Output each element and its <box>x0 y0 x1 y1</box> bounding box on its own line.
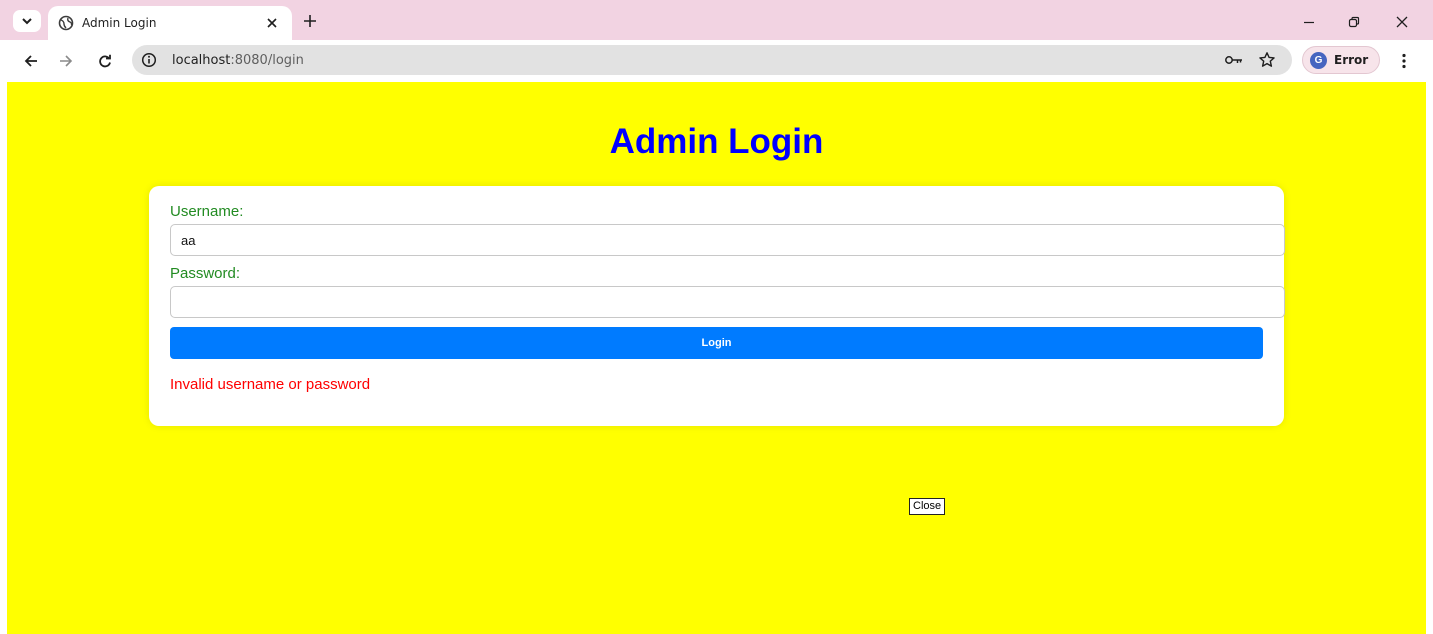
url-host: localhost <box>172 53 231 68</box>
plus-icon <box>304 15 316 27</box>
browser-menu-button[interactable] <box>1394 50 1414 72</box>
tab-strip: Admin Login <box>0 0 1433 40</box>
password-label: Password: <box>170 265 241 282</box>
new-tab-button[interactable] <box>300 11 320 31</box>
minimize-button[interactable] <box>1297 10 1321 34</box>
avatar: G <box>1310 52 1327 69</box>
info-icon[interactable] <box>141 52 157 68</box>
reload-icon <box>99 54 111 68</box>
restore-button[interactable] <box>1342 10 1366 34</box>
arrow-left-icon <box>24 55 37 67</box>
window-close-button[interactable] <box>1390 10 1414 34</box>
tab-title: Admin Login <box>82 16 157 30</box>
star-icon[interactable] <box>1258 51 1276 69</box>
minimize-icon <box>1304 21 1314 24</box>
tab-close-button[interactable] <box>264 15 280 31</box>
page-viewport: Admin Login Username: Password: Login In… <box>7 82 1426 634</box>
username-input[interactable] <box>170 224 1285 256</box>
close-icon <box>1396 16 1408 28</box>
restore-icon <box>1348 16 1360 28</box>
password-input[interactable] <box>170 286 1285 318</box>
username-label: Username: <box>170 203 244 220</box>
login-form-card: Username: Password: Login Invalid userna… <box>149 186 1285 426</box>
arrow-right-icon <box>60 55 73 67</box>
close-button[interactable]: Close <box>909 498 946 515</box>
error-message: Invalid username or password <box>170 376 371 393</box>
url-text: localhost:8080/login <box>172 53 304 68</box>
browser-toolbar: localhost:8080/login G Error <box>0 40 1433 82</box>
tab-search-button[interactable] <box>13 10 41 32</box>
url-path: :8080/login <box>230 53 304 68</box>
page-title: Admin Login <box>609 122 824 161</box>
close-icon <box>267 18 277 28</box>
forward-button[interactable] <box>55 50 77 72</box>
profile-button[interactable]: G Error <box>1302 46 1380 74</box>
chevron-down-icon <box>22 18 32 25</box>
back-button[interactable] <box>20 50 42 72</box>
login-button[interactable]: Login <box>170 327 1263 359</box>
profile-status-label: Error <box>1334 53 1369 67</box>
key-icon[interactable] <box>1224 52 1244 68</box>
tab-admin-login[interactable]: Admin Login <box>48 6 292 40</box>
address-bar[interactable]: localhost:8080/login <box>132 45 1292 75</box>
globe-icon <box>58 15 74 31</box>
kebab-menu-icon <box>1402 53 1406 69</box>
reload-button[interactable] <box>94 50 116 72</box>
